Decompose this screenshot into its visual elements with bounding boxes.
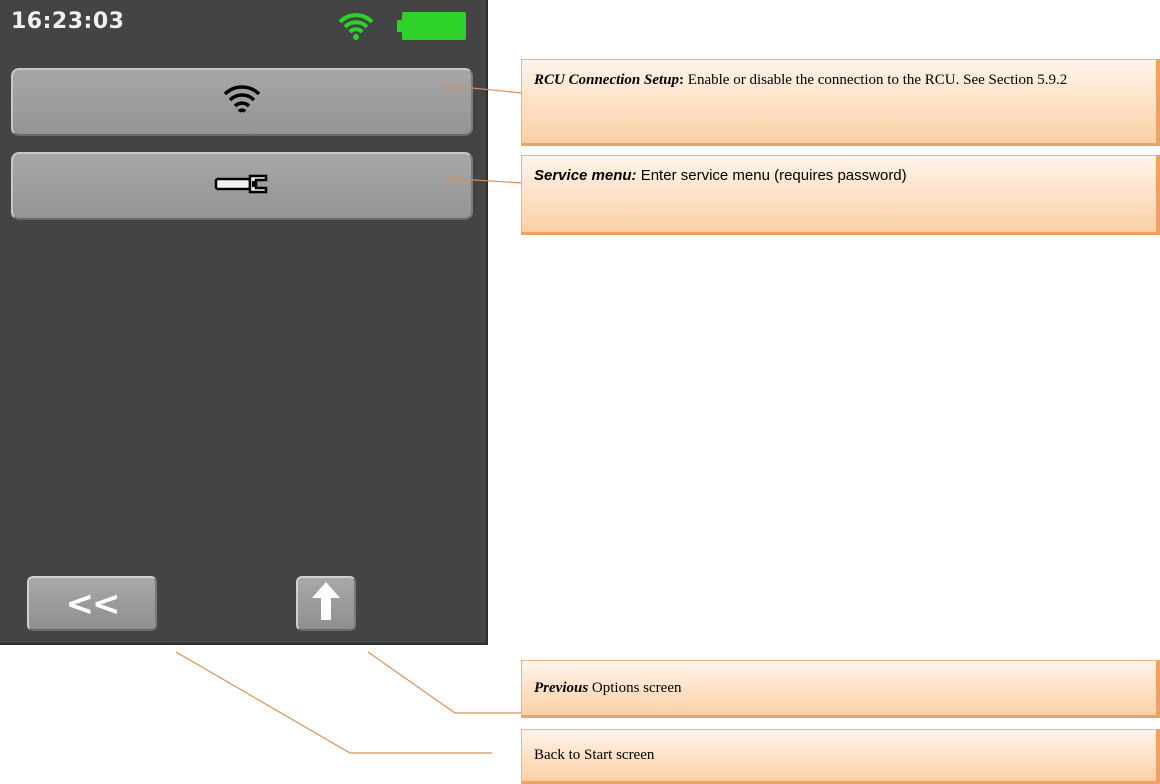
- back-label: <<: [65, 583, 121, 624]
- connector-back: [175, 651, 492, 754]
- rcu-connection-setup-button[interactable]: [11, 68, 473, 136]
- back-to-start-button[interactable]: <<: [27, 576, 157, 631]
- service-menu-button[interactable]: [11, 152, 473, 220]
- callout-previous-text: Options screen: [588, 679, 682, 696]
- connector-previous: [367, 651, 522, 714]
- callout-service-menu: Service menu: Enter service menu (requir…: [521, 155, 1160, 235]
- callout-rcu-connection: RCU Connection Setup: Enable or disable …: [521, 59, 1160, 146]
- device-screen: 16:23:03 <<: [0, 0, 488, 645]
- callout-previous: Previous Options screen: [521, 660, 1160, 718]
- callout-service-title: Service menu:: [534, 167, 637, 184]
- callout-back: Back to Start screen: [521, 729, 1160, 784]
- wifi-icon: [222, 82, 262, 123]
- callout-rcu-text: Enable or disable the connection to the …: [684, 72, 1068, 88]
- callout-back-text: Back to Start screen: [534, 747, 655, 764]
- battery-icon: [397, 12, 466, 40]
- callout-service-text: Enter service menu (requires password): [636, 167, 907, 184]
- status-time: 16:23:03: [11, 9, 125, 34]
- previous-options-button[interactable]: [296, 576, 356, 631]
- wifi-icon: [336, 10, 376, 47]
- arrow-up-icon: [309, 580, 343, 627]
- callout-previous-title: Previous: [534, 679, 589, 696]
- wrench-icon: [214, 170, 270, 203]
- callout-rcu-title: RCU Connection Setup: [534, 72, 680, 88]
